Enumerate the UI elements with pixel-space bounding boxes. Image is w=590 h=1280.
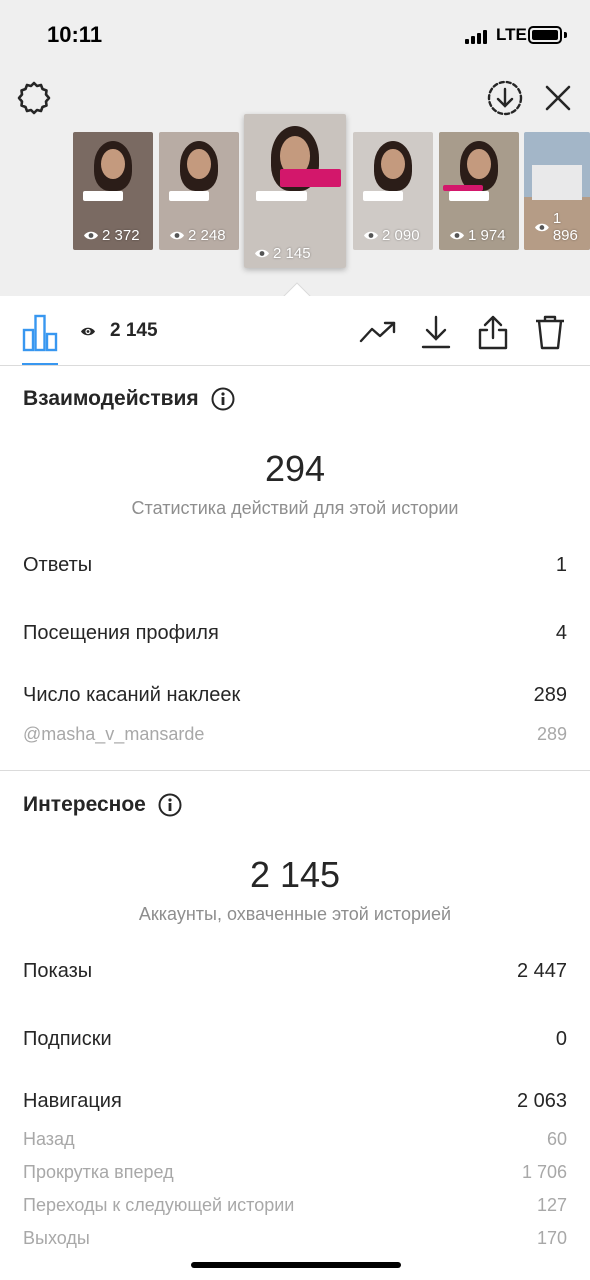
submetric-value: 170 [536, 1228, 567, 1248]
discovery-caption: Аккаунты, охваченные этой историей [138, 904, 452, 924]
metric-row-impressions: Показы 2 447 [23, 960, 567, 983]
submetric-row-exits: Выходы 170 [23, 1228, 567, 1249]
metric-value: 1 [555, 554, 567, 576]
metric-value: 4 [555, 622, 567, 644]
story-thumbnail[interactable]: 2 145 [244, 114, 346, 268]
story-thumbnail[interactable]: 1 974 [439, 132, 519, 250]
eye-icon [534, 223, 549, 231]
battery-icon [528, 26, 562, 44]
eye-icon [170, 231, 184, 240]
submetric-row-mention: @masha_v_mansarde 289 [23, 724, 567, 745]
eye-icon [364, 231, 378, 240]
thumbnail-view-count: 1 896 [534, 210, 590, 244]
status-bar: 10:11 LTE [0, 0, 590, 70]
metric-row-navigation: Навигация 2 063 [23, 1090, 567, 1113]
interactions-section-title: Взаимодействия [23, 387, 235, 411]
battery-tip [564, 32, 567, 38]
submetric-label: Переходы к следующей истории [23, 1195, 295, 1215]
discovery-total: 2 145 [249, 854, 341, 895]
submetric-row-next-story: Переходы к следующей истории 127 [23, 1195, 567, 1216]
eye-icon [450, 231, 464, 240]
story-thumbnail[interactable]: 1 896 [524, 132, 590, 250]
metric-value: 289 [533, 684, 567, 706]
story-thumbnail[interactable]: 2 090 [353, 132, 433, 250]
story-thumbnail[interactable]: 2 372 [73, 132, 153, 250]
insights-bar-chart-icon[interactable] [22, 312, 58, 352]
discovery-section-title: Интересное [23, 793, 182, 817]
stories-header: 10:11 LTE 2 372 2 248 2 145 2 090 1 974 1 896 [0, 0, 590, 297]
metric-label: Ответы [23, 554, 93, 576]
metric-row-sticker-taps: Число касаний наклеек 289 [23, 684, 567, 707]
metric-label: Число касаний наклеек [23, 684, 241, 706]
metric-value: 0 [555, 1028, 567, 1050]
metric-value: 2 063 [516, 1090, 567, 1112]
interactions-caption: Статистика действий для этой истории [131, 498, 459, 518]
metric-value: 2 447 [516, 960, 567, 982]
delete-trash-icon[interactable] [530, 312, 570, 352]
submetric-value: 127 [536, 1195, 567, 1215]
thumbnail-view-count: 2 090 [363, 227, 420, 244]
story-insights-toolbar: 2 145 [0, 296, 590, 366]
eye-icon [81, 327, 95, 335]
submetric-label: @masha_v_mansarde [23, 724, 205, 744]
submetric-label: Назад [23, 1129, 75, 1149]
submetric-value: 60 [546, 1129, 567, 1149]
interactions-title: Взаимодействия [23, 387, 199, 410]
submetric-row-back: Назад 60 [23, 1129, 567, 1150]
network-label: LTE [496, 25, 527, 44]
status-time: 10:11 [47, 22, 103, 47]
metric-label: Подписки [23, 1028, 112, 1050]
submetric-value: 289 [536, 724, 567, 744]
download-icon[interactable] [416, 312, 456, 352]
submetric-row-forward: Прокрутка вперед 1 706 [23, 1162, 567, 1183]
thumbnail-view-count: 2 145 [254, 245, 311, 262]
info-icon[interactable] [158, 793, 182, 817]
metric-row-profile-visits: Посещения профиля 4 [23, 622, 567, 645]
thumbnail-view-count: 2 248 [169, 227, 226, 244]
submetric-label: Выходы [23, 1228, 90, 1248]
submetric-label: Прокрутка вперед [23, 1162, 174, 1182]
section-divider [0, 770, 590, 771]
submetric-value: 1 706 [521, 1162, 567, 1182]
metric-row-replies: Ответы 1 [23, 554, 567, 577]
metric-label: Показы [23, 960, 93, 982]
discovery-title: Интересное [23, 793, 146, 816]
eye-icon [255, 249, 269, 258]
share-icon[interactable] [473, 312, 513, 352]
story-view-count[interactable]: 2 145 [80, 320, 158, 342]
eye-icon [84, 231, 98, 240]
view-count-value: 2 145 [110, 320, 158, 341]
promote-trend-icon[interactable] [358, 312, 398, 352]
signal-icon [465, 28, 491, 44]
active-tab-indicator [22, 363, 58, 365]
thumbnail-view-count: 2 372 [83, 227, 140, 244]
story-thumbnail[interactable]: 2 248 [159, 132, 239, 250]
metric-label: Посещения профиля [23, 622, 219, 644]
interactions-total: 294 [264, 448, 326, 489]
thumbnail-view-count: 1 974 [449, 227, 506, 244]
metric-label: Навигация [23, 1090, 122, 1112]
story-thumbnails: 2 372 2 248 2 145 2 090 1 974 1 896 [0, 112, 590, 272]
metric-row-follows: Подписки 0 [23, 1028, 567, 1051]
selected-caret-icon [283, 282, 311, 297]
info-icon[interactable] [211, 387, 235, 411]
home-indicator [191, 1262, 401, 1268]
